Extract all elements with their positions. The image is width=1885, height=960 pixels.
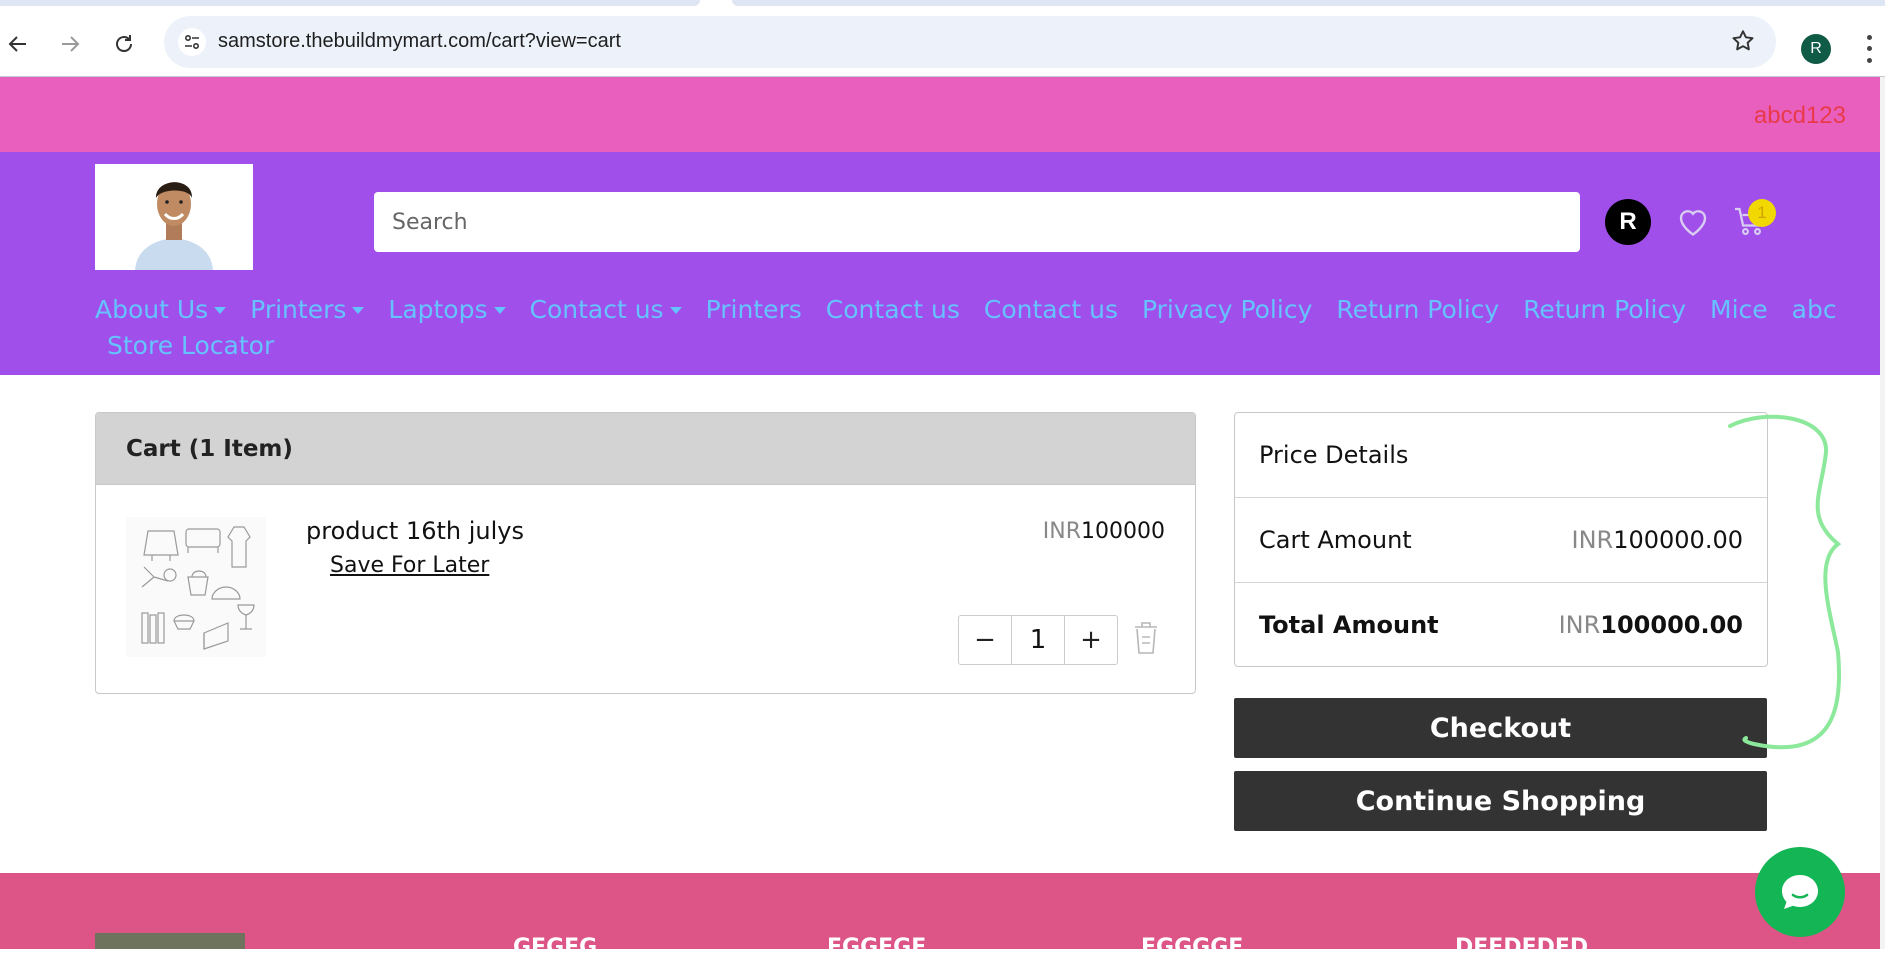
nav-item-privacy-policy[interactable]: Privacy Policy xyxy=(1142,292,1312,328)
nav-label: Printers xyxy=(250,295,347,324)
user-avatar[interactable]: R xyxy=(1605,199,1651,245)
total-amount-value: 100000.00 xyxy=(1600,611,1743,639)
nav-label: Contact us xyxy=(529,295,664,324)
footer-column-heading: DEEDEDED xyxy=(1455,935,1589,960)
main-navigation: About Us Printers Laptops Contact us Pri… xyxy=(95,292,1837,364)
arrow-left-icon xyxy=(8,36,26,52)
increase-quantity-button[interactable]: + xyxy=(1065,616,1117,664)
cart-panel: Cart (1 Item) product 16th julys Save Fo… xyxy=(95,412,1196,694)
nav-item-store-locator[interactable]: Store Locator xyxy=(107,328,274,364)
quantity-value[interactable]: 1 xyxy=(1011,616,1065,664)
nav-label: Contact us xyxy=(825,295,960,324)
nav-label: Store Locator xyxy=(107,331,275,360)
nav-item-about-us[interactable]: About Us xyxy=(95,292,227,328)
store-logo[interactable] xyxy=(95,164,253,270)
browser-tab[interactable] xyxy=(732,0,1885,6)
currency-label: INR xyxy=(1042,519,1082,544)
nav-label: Mice xyxy=(1710,295,1768,324)
total-amount: INR100000.00 xyxy=(1559,611,1743,639)
nav-row: About Us Printers Laptops Contact us Pri… xyxy=(95,292,1837,328)
cart-amount-row: Cart Amount INR100000.00 xyxy=(1235,498,1767,583)
nav-item-contact-menu[interactable]: Contact us xyxy=(530,292,682,328)
wishlist-heart-icon[interactable] xyxy=(1675,204,1711,242)
footer-column-heading: EGGGGE xyxy=(1141,935,1244,960)
checkout-button[interactable]: Checkout xyxy=(1234,698,1767,758)
chat-bubble-icon xyxy=(1782,875,1818,909)
address-bar[interactable]: samstore.thebuildmymart.com/cart?view=ca… xyxy=(164,16,1776,68)
nav-label: Return Policy xyxy=(1523,295,1687,324)
topbar-code: abcd123 xyxy=(1753,102,1846,129)
site-header: R 1 About Us Printers Laptops Contact us… xyxy=(0,152,1880,375)
forward-button[interactable] xyxy=(52,26,88,62)
cart-amount-label: Cart Amount xyxy=(1259,526,1412,554)
caret-down-icon xyxy=(214,306,227,314)
product-image[interactable] xyxy=(126,517,266,657)
nav-item-mice[interactable]: Mice xyxy=(1710,292,1768,328)
nav-label: Printers xyxy=(705,295,802,324)
cart-count-badge: 1 xyxy=(1748,199,1776,227)
bookmark-star-icon[interactable] xyxy=(1730,28,1756,58)
nav-item-return-policy[interactable]: Return Policy xyxy=(1336,292,1499,328)
page-scrollbar[interactable] xyxy=(1880,77,1885,949)
cart-amount-value: 100000.00 xyxy=(1613,526,1743,554)
footer-column-heading: GEGEG xyxy=(513,935,598,960)
product-name[interactable]: product 16th julys xyxy=(306,517,524,545)
price-details-title: Price Details xyxy=(1235,413,1767,498)
nav-item-contact-us[interactable]: Contact us xyxy=(826,292,960,328)
footer-column-heading: EGGEGE xyxy=(827,935,927,960)
price-details-panel: Price Details Cart Amount INR100000.00 T… xyxy=(1234,412,1768,667)
price-value: 100000 xyxy=(1081,519,1165,544)
nav-label: Contact us xyxy=(983,295,1118,324)
nav-item-contact-us-2[interactable]: Contact us xyxy=(984,292,1118,328)
footer-logo[interactable] xyxy=(95,933,245,949)
browser-toolbar: samstore.thebuildmymart.com/cart?view=ca… xyxy=(0,8,1885,76)
nav-item-printers[interactable]: Printers xyxy=(706,292,802,328)
item-price: INR100000 xyxy=(1043,519,1165,544)
product-sketch-icon xyxy=(141,526,255,650)
browser-tab[interactable] xyxy=(0,0,700,6)
total-amount-row: Total Amount INR100000.00 xyxy=(1235,583,1767,667)
arrow-right-icon xyxy=(62,36,80,52)
nav-label: About Us xyxy=(95,295,209,324)
announcement-bar: abcd123 xyxy=(0,77,1880,152)
nav-row: Store Locator xyxy=(95,328,1775,364)
nav-item-return-policy-2[interactable]: Return Policy xyxy=(1523,292,1686,328)
caret-down-icon xyxy=(669,306,682,314)
url-text[interactable]: samstore.thebuildmymart.com/cart?view=ca… xyxy=(218,30,621,53)
decrease-quantity-button[interactable]: − xyxy=(959,616,1011,664)
nav-label: Laptops xyxy=(388,295,488,324)
search-input[interactable] xyxy=(374,192,1580,252)
site-info-icon[interactable] xyxy=(178,28,206,56)
back-button[interactable] xyxy=(0,26,36,62)
quantity-stepper: − 1 + xyxy=(958,615,1118,665)
nav-item-printers-menu[interactable]: Printers xyxy=(250,292,365,328)
continue-shopping-button[interactable]: Continue Shopping xyxy=(1234,771,1767,831)
chat-widget-button[interactable] xyxy=(1755,847,1845,937)
nav-label: Privacy Policy xyxy=(1141,295,1313,324)
reload-icon xyxy=(116,35,132,52)
site-footer: GEGEG EGGEGE EGGGGE DEEDEDED xyxy=(0,873,1880,960)
nav-item-laptops-menu[interactable]: Laptops xyxy=(388,292,506,328)
cart-title: Cart (1 Item) xyxy=(96,413,1195,485)
person-photo xyxy=(95,164,253,270)
currency-label: INR xyxy=(1558,611,1601,639)
profile-avatar[interactable]: R xyxy=(1801,34,1831,64)
cart-amount: INR100000.00 xyxy=(1571,526,1743,554)
caret-down-icon xyxy=(493,306,506,314)
nav-label: abc xyxy=(1791,295,1837,324)
trash-icon[interactable] xyxy=(1132,620,1160,660)
nav-label: Return Policy xyxy=(1336,295,1500,324)
reload-button[interactable] xyxy=(106,26,142,62)
total-amount-label: Total Amount xyxy=(1259,611,1439,639)
caret-down-icon xyxy=(352,306,365,314)
save-for-later-link[interactable]: Save For Later xyxy=(330,553,489,578)
browser-menu-icon[interactable] xyxy=(1862,32,1876,66)
annotation-brace-drawing xyxy=(1728,414,1842,750)
tab-strip xyxy=(0,0,1885,8)
currency-label: INR xyxy=(1571,526,1614,554)
nav-item-abc[interactable]: abc xyxy=(1792,292,1837,328)
